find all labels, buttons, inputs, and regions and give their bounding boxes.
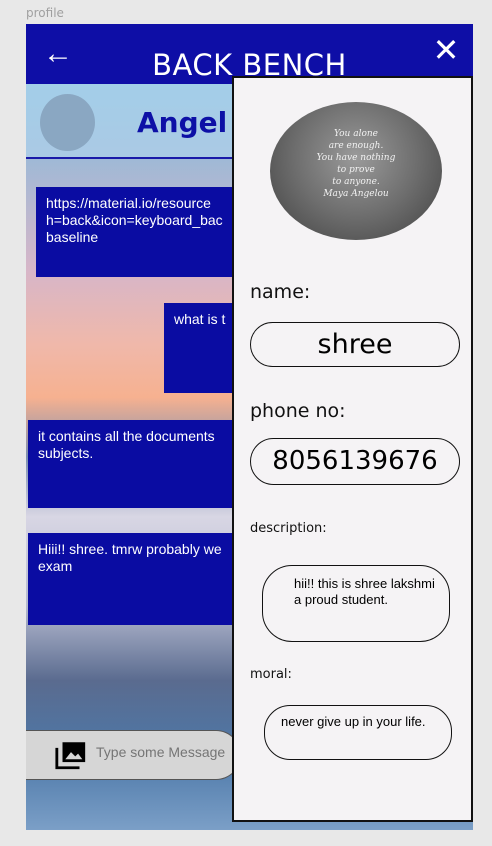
moral-field[interactable]: never give up in your life. bbox=[264, 705, 452, 760]
close-icon[interactable]: ✕ bbox=[431, 34, 461, 66]
phone-screen: ← BACK BENCH ✕ Angel https://material.io… bbox=[26, 24, 473, 830]
app-bar: ← BACK BENCH ✕ bbox=[26, 24, 473, 84]
phone-field[interactable]: 8056139676 bbox=[250, 438, 460, 485]
description-label: description: bbox=[250, 521, 327, 536]
photo-quote-text: You alone are enough. You have nothing t… bbox=[316, 129, 396, 199]
chat-message: https://material.io/resource h=back&icon… bbox=[36, 187, 246, 277]
name-label: name: bbox=[250, 281, 311, 303]
photo-library-icon[interactable] bbox=[54, 738, 88, 772]
description-field[interactable]: hii!! this is shree lakshmi a proud stud… bbox=[262, 565, 450, 642]
profile-photo: You alone are enough. You have nothing t… bbox=[270, 102, 442, 240]
frame-label: profile bbox=[26, 6, 64, 20]
chat-contact-name: Angel bbox=[137, 106, 228, 139]
avatar[interactable] bbox=[40, 94, 95, 151]
chat-message: Hiii!! shree. tmrw probably we exam bbox=[28, 533, 246, 625]
profile-panel: You alone are enough. You have nothing t… bbox=[232, 76, 473, 822]
moral-label: moral: bbox=[250, 667, 292, 682]
phone-label: phone no: bbox=[250, 400, 346, 422]
message-input[interactable] bbox=[96, 744, 236, 760]
chat-message: it contains all the documents subjects. bbox=[28, 420, 246, 508]
name-field[interactable]: shree bbox=[250, 322, 460, 367]
